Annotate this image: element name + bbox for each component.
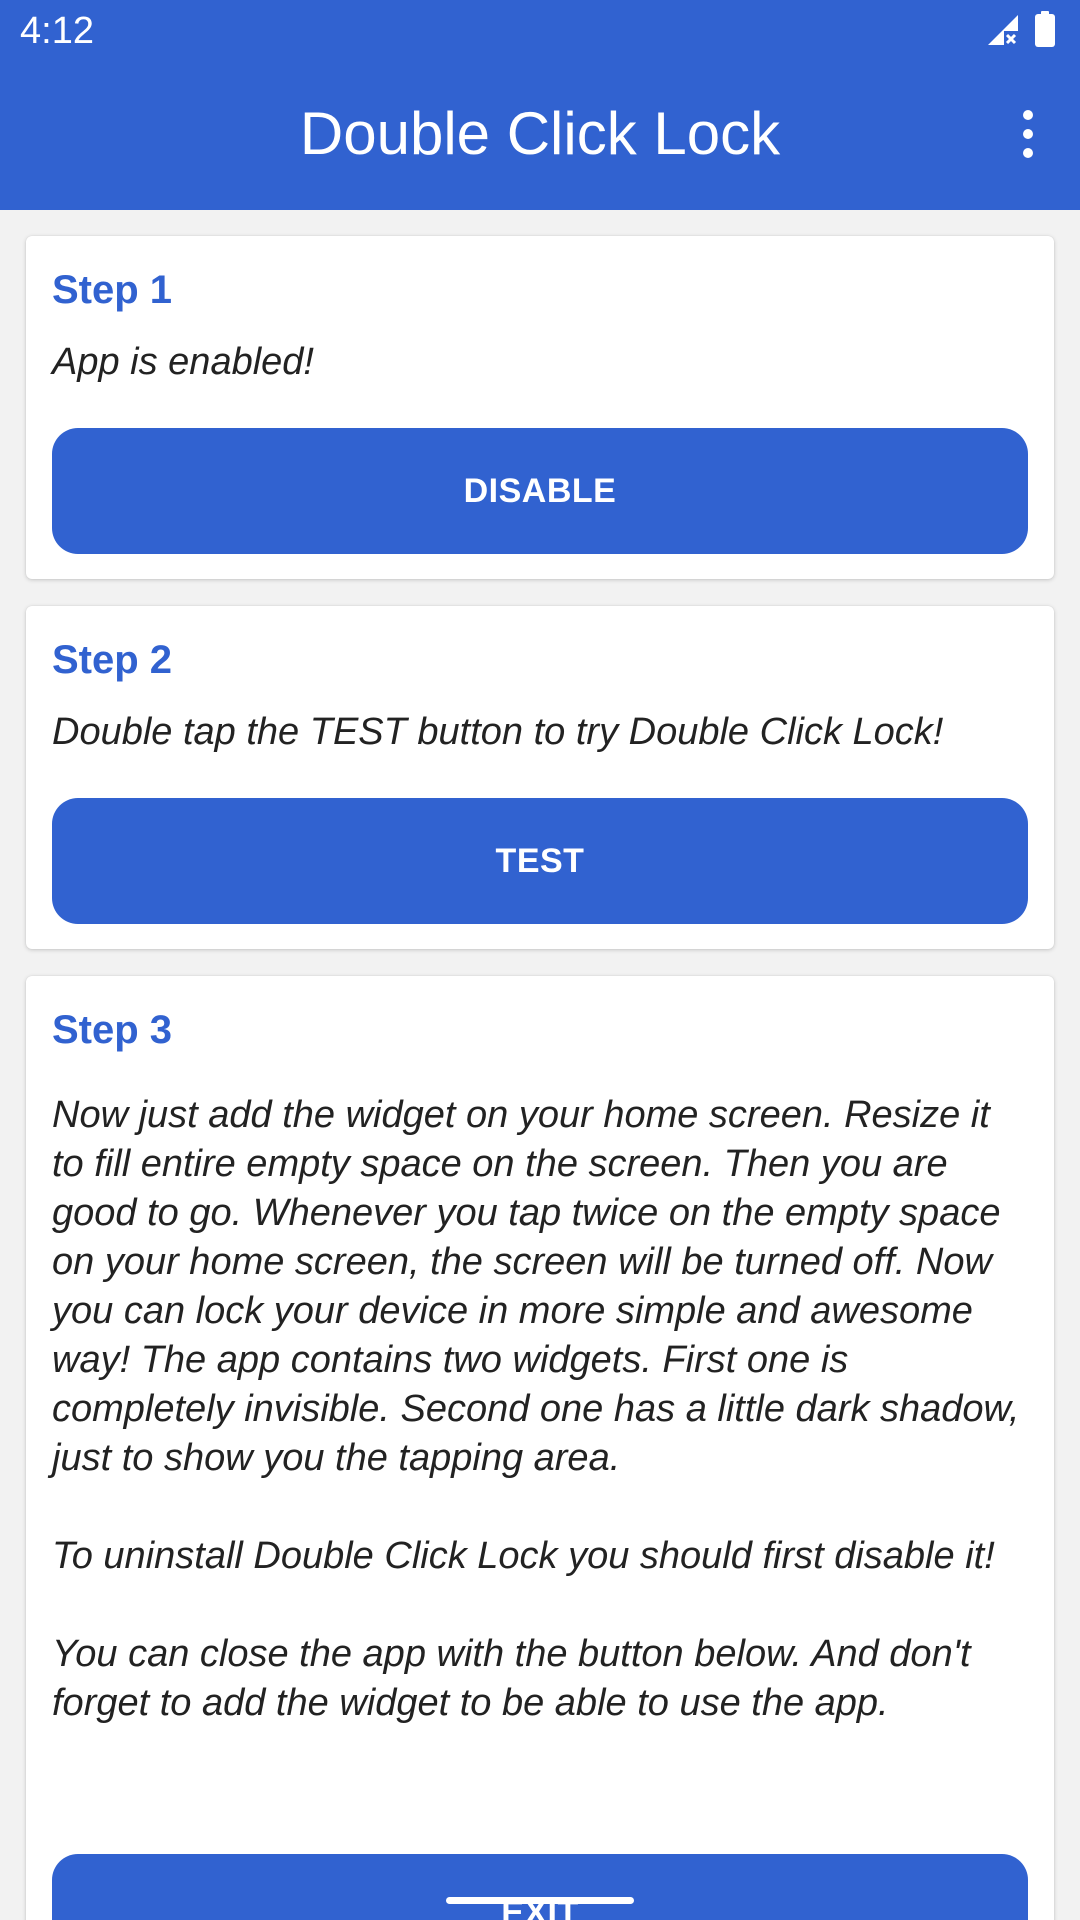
step-3-paragraph-uninstall: To uninstall Double Click Lock you shoul… bbox=[52, 1535, 995, 1577]
step-1-card: Step 1 App is enabled! DISABLE bbox=[26, 236, 1054, 579]
status-bar: 4:12 bbox=[0, 0, 1080, 64]
step-3-title: Step 3 bbox=[52, 1008, 173, 1052]
step-2-card: Step 2 Double tap the TEST button to try… bbox=[26, 606, 1054, 949]
step-1-title: Step 1 bbox=[52, 268, 173, 312]
step-1-text: App is enabled! bbox=[52, 341, 314, 383]
app-screen: 4:12 Double Click Lock Step 1 App is ena… bbox=[0, 0, 1080, 1920]
step-2-title: Step 2 bbox=[52, 638, 173, 682]
gesture-nav-handle[interactable] bbox=[446, 1897, 634, 1904]
step-3-paragraph-widget: Now just add the widget on your home scr… bbox=[52, 1094, 1020, 1479]
status-icons bbox=[986, 11, 1056, 52]
step-3-text: Now just add the widget on your home scr… bbox=[52, 1091, 1032, 1777]
status-time: 4:12 bbox=[20, 10, 94, 52]
step-3-paragraph-close: You can close the app with the button be… bbox=[52, 1633, 971, 1724]
more-vert-icon[interactable] bbox=[998, 104, 1058, 164]
exit-button[interactable]: EXIT bbox=[52, 1854, 1028, 1920]
test-button[interactable]: TEST bbox=[52, 798, 1028, 924]
app-bar: Double Click Lock bbox=[0, 64, 1080, 210]
step-2-text: Double tap the TEST button to try Double… bbox=[52, 711, 944, 753]
signal-no-data-icon bbox=[986, 13, 1020, 52]
disable-button[interactable]: DISABLE bbox=[52, 428, 1028, 554]
step-3-card: Step 3 Now just add the widget on your h… bbox=[26, 976, 1054, 1920]
app-title: Double Click Lock bbox=[299, 100, 781, 167]
battery-icon bbox=[1034, 11, 1056, 52]
